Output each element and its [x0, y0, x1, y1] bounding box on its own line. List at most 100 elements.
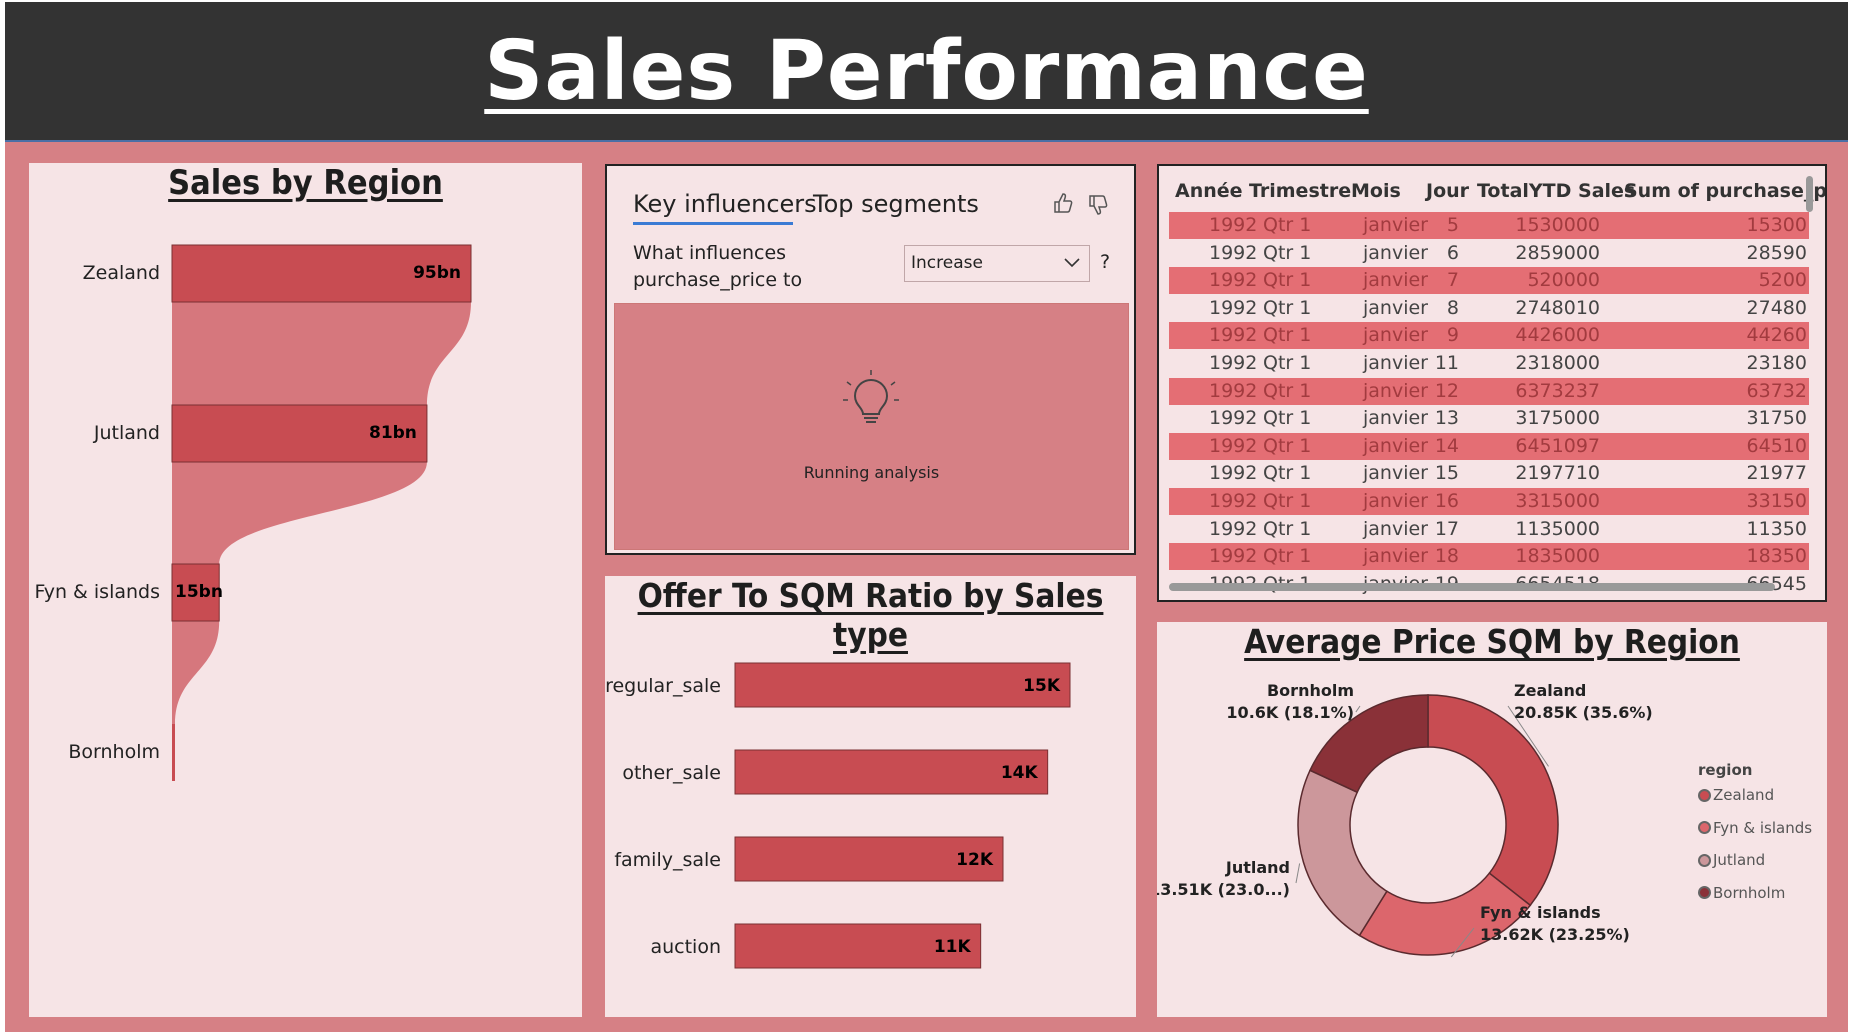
- funnel-connector: [172, 302, 471, 405]
- table-cell-trimestre: Qtr 1: [1263, 241, 1312, 264]
- table-cell-ann-e: 1992: [1209, 379, 1258, 402]
- table-row[interactable]: 1992 Qtr 1 janvier 9 4426000 44260: [1169, 322, 1809, 350]
- table-cell-mois: janvier: [1363, 490, 1428, 512]
- offer-value-family-sale: 12K: [956, 850, 994, 870]
- table-cell-ann-e: 1992: [1209, 434, 1258, 457]
- thumbs-down-icon[interactable]: [1087, 194, 1109, 220]
- table-row[interactable]: 1992 Qtr 1 janvier 15 2197710 21977: [1169, 460, 1809, 487]
- column-header-sum-of-purchase-pri[interactable]: Sum of purchase_pri: [1624, 180, 1825, 202]
- table-cell-jour: 14: [1434, 434, 1459, 457]
- table-row[interactable]: 1992 Qtr 1 janvier 14 6451097 64510: [1169, 432, 1809, 460]
- slice-label-bornholm: Bornholm: [1267, 681, 1354, 700]
- page-title: Sales Performance: [484, 23, 1369, 119]
- legend-marker: [1698, 788, 1711, 802]
- offer-ratio-chart[interactable]: regular_sale 15K other_sale 14K family_sale 1…: [605, 576, 1136, 1017]
- leader-line: [1295, 863, 1301, 884]
- table-cell-sum-of-purchase-pri: 11350: [1746, 517, 1807, 540]
- offer-label-regular-sale: regular_sale: [605, 675, 721, 697]
- column-header-mois[interactable]: Mois: [1351, 180, 1401, 202]
- legend-item-bornholm[interactable]: Bornholm: [1698, 884, 1785, 902]
- tab-key-influencers[interactable]: Key influencers: [633, 190, 817, 218]
- table-row[interactable]: 1992 Qtr 1 janvier 7 520000 5200: [1169, 267, 1809, 295]
- offer-ratio-panel[interactable]: Offer To SQM Ratio by Sales type regular…: [605, 576, 1136, 1017]
- increase-dropdown[interactable]: Increase: [904, 245, 1090, 282]
- table-row[interactable]: 1992 Qtr 1 janvier 13 3175000 31750: [1169, 405, 1809, 432]
- key-influencers-panel[interactable]: Key influencers Top segments What influe…: [605, 164, 1136, 555]
- vertical-scrollbar[interactable]: [1806, 176, 1813, 212]
- legend-item-jutland[interactable]: Jutland: [1698, 851, 1765, 869]
- table-cell-ann-e: 1992: [1209, 407, 1258, 430]
- slice-label-jutland: Jutland: [1225, 858, 1290, 877]
- sales-table-panel[interactable]: Année Trimestre Mois Jour TotalYTD Sales Sum …: [1157, 164, 1827, 602]
- table-row[interactable]: 1992 Qtr 1 janvier 18 1835000 18350: [1169, 543, 1809, 571]
- slice-label-zealand: 20.85K (35.6%): [1514, 703, 1653, 722]
- table-cell-sum-of-purchase-pri: 64510: [1746, 434, 1807, 457]
- horizontal-scrollbar[interactable]: [1169, 583, 1775, 591]
- table-cell-jour: 13: [1434, 407, 1459, 430]
- table-cell-sum-of-purchase-pri: 28590: [1746, 241, 1807, 264]
- legend-marker: [1698, 886, 1711, 899]
- table-cell-mois: janvier: [1363, 352, 1428, 374]
- donut-slice-jutland[interactable]: [1297, 769, 1388, 937]
- category-label-fyn-islands: Fyn & islands: [35, 581, 160, 603]
- increase-dropdown-value: Increase: [911, 253, 983, 273]
- table-row[interactable]: 1992 Qtr 1 janvier 12 6373237 63732: [1169, 377, 1809, 405]
- table-cell-trimestre: Qtr 1: [1263, 379, 1312, 402]
- slice-label-fyn-islands: 13.62K (23.25%): [1480, 925, 1630, 944]
- table-cell-mois: janvier: [1363, 324, 1428, 347]
- header-bar: Sales Performance: [5, 2, 1848, 142]
- table-cell-totalytd-sales: 1835000: [1515, 545, 1600, 568]
- table-cell-trimestre: Qtr 1: [1263, 352, 1312, 374]
- table-cell-jour: 5: [1446, 214, 1459, 236]
- table-row[interactable]: 1992 Qtr 1 janvier 17 1135000 11350: [1169, 516, 1809, 543]
- analysis-status: Running analysis: [803, 463, 940, 482]
- donut-slice-zealand[interactable]: [1427, 694, 1559, 907]
- table-row[interactable]: 1992 Qtr 1 janvier 6 2859000 28590: [1169, 240, 1809, 267]
- influencer-question-line2: purchase_price to: [633, 269, 803, 291]
- table-cell-sum-of-purchase-pri: 27480: [1746, 296, 1807, 319]
- column-header-trimestre[interactable]: Trimestre: [1249, 180, 1351, 202]
- avg-price-panel[interactable]: Average Price SQM by Region Zealand 20.85…: [1157, 622, 1827, 1017]
- column-header-jour[interactable]: Jour: [1426, 180, 1469, 202]
- table-cell-jour: 9: [1446, 324, 1459, 347]
- offer-label-family-sale: family_sale: [614, 849, 721, 871]
- offer-bar-regular-sale[interactable]: [734, 662, 1071, 708]
- table-cell-trimestre: Qtr 1: [1263, 434, 1312, 457]
- legend-label: Bornholm: [1713, 883, 1786, 902]
- table-cell-trimestre: Qtr 1: [1263, 296, 1312, 319]
- table-row[interactable]: 1992 Qtr 1 janvier 8 2748010 27480: [1169, 295, 1809, 322]
- table-cell-mois: janvier: [1363, 296, 1428, 319]
- table-cell-ann-e: 1992: [1209, 241, 1258, 264]
- column-header-ann-e[interactable]: Année: [1175, 180, 1243, 202]
- help-icon[interactable]: ?: [1100, 251, 1110, 273]
- sales-by-region-panel[interactable]: Sales by Region Zealand 95bn Jutland 81bn Fy…: [29, 163, 582, 1017]
- column-header-totalytd-sales[interactable]: TotalYTD Sales: [1477, 180, 1635, 202]
- analysis-area: Running analysis: [614, 303, 1129, 550]
- table-cell-sum-of-purchase-pri: 15300: [1746, 214, 1807, 236]
- table-cell-ann-e: 1992: [1209, 352, 1258, 374]
- funnel-bar-bornholm[interactable]: [172, 724, 175, 781]
- table-row[interactable]: 1992 Qtr 1 janvier 11 2318000 23180: [1169, 350, 1809, 377]
- funnel-connector: [172, 462, 427, 564]
- table-cell-trimestre: Qtr 1: [1263, 324, 1312, 347]
- table-row[interactable]: 1992 Qtr 1 janvier 16 3315000 33150: [1169, 488, 1809, 515]
- legend-item-zealand[interactable]: Zealand: [1698, 786, 1774, 804]
- table-cell-sum-of-purchase-pri: 23180: [1746, 352, 1807, 374]
- table-cell-jour: 11: [1434, 352, 1459, 374]
- table-cell-totalytd-sales: 1530000: [1515, 214, 1600, 236]
- sales-by-region-chart[interactable]: Zealand 95bn Jutland 81bn Fyn & islands 15bn B…: [29, 163, 582, 1017]
- table-cell-totalytd-sales: 6373237: [1515, 379, 1600, 402]
- tab-top-segments[interactable]: Top segments: [813, 190, 979, 218]
- legend-marker: [1698, 853, 1711, 867]
- table-cell-mois: janvier: [1363, 241, 1428, 264]
- table-cell-ann-e: 1992: [1209, 296, 1258, 319]
- table-cell-totalytd-sales: 1135000: [1515, 517, 1600, 540]
- table-row[interactable]: 1992 Qtr 1 janvier 5 1530000 15300: [1169, 212, 1809, 239]
- offer-value-regular-sale: 15K: [1023, 676, 1061, 696]
- table-cell-trimestre: Qtr 1: [1263, 490, 1312, 512]
- offer-label-other-sale: other_sale: [622, 762, 721, 784]
- legend-item-fyn-islands[interactable]: Fyn & islands: [1698, 819, 1812, 837]
- data-label-jutland: 81bn: [369, 423, 417, 443]
- thumbs-up-icon[interactable]: [1052, 192, 1074, 218]
- slice-label-bornholm: 10.6K (18.1%): [1226, 703, 1354, 722]
